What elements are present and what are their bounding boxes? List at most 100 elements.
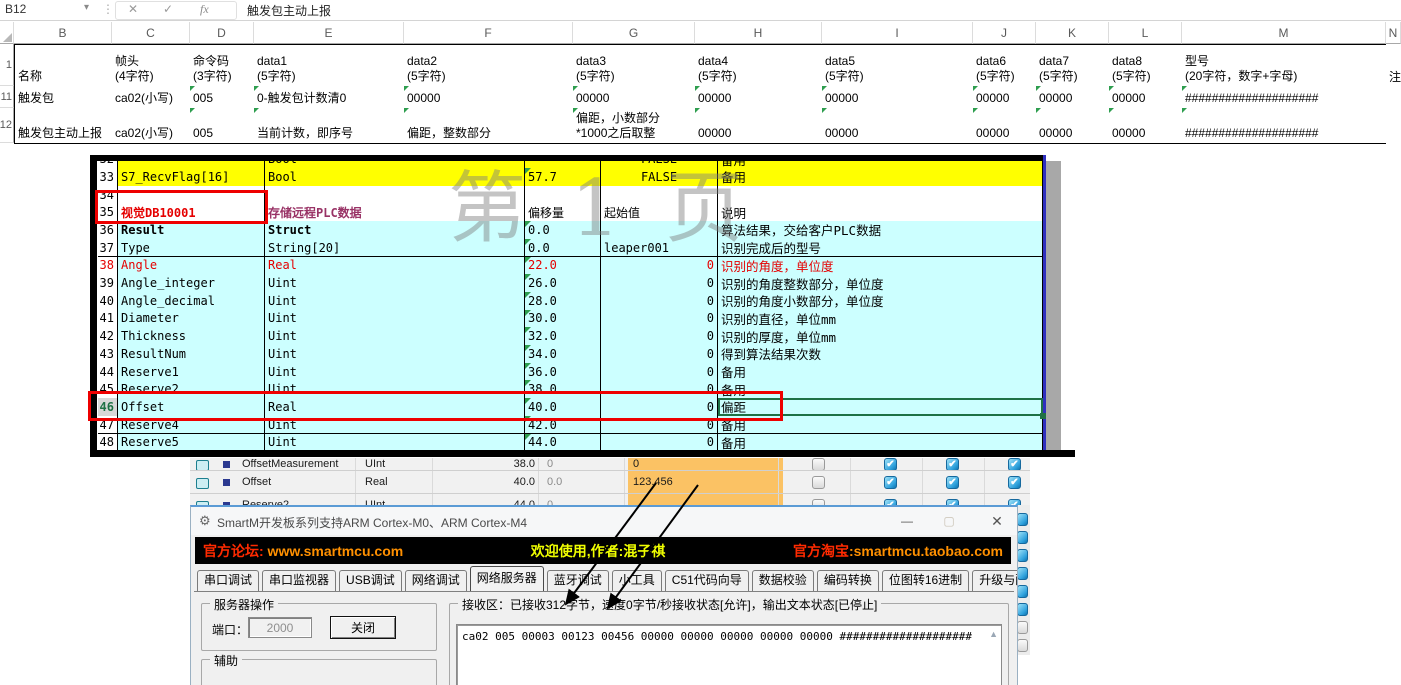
excel-cell-I12[interactable]: 00000 — [822, 108, 974, 144]
var-name-39[interactable]: Angle_integer — [118, 274, 265, 293]
var-description-38[interactable]: 识别的角度，单位度 — [718, 257, 1043, 276]
close-icon[interactable]: ✕ — [981, 507, 1013, 535]
port-input[interactable]: 2000 — [248, 617, 312, 638]
excel-cell-E1[interactable]: data1 (5字符) — [254, 44, 405, 87]
smartm-titlebar[interactable]: ⚙ SmartM开发板系列支持ARM Cortex-M0、ARM Cortex-… — [191, 507, 1017, 535]
column-header-N[interactable]: N — [1386, 22, 1401, 44]
var-type-38[interactable]: Real — [265, 257, 525, 276]
tab-小工具[interactable]: 小工具 — [612, 570, 662, 591]
column-header-E[interactable]: E — [254, 22, 404, 44]
checkbox-accessible-2[interactable]: ✔ — [946, 458, 959, 471]
excel-cell-K12[interactable]: 00000 — [1036, 108, 1110, 144]
var-offset-38[interactable]: 22.0 — [525, 257, 601, 276]
var-name-41[interactable]: Diameter — [118, 310, 265, 329]
excel-cell-D11[interactable]: 005 — [190, 86, 255, 109]
column-header-H[interactable]: H — [695, 22, 822, 44]
var-offset-34[interactable] — [525, 186, 601, 205]
tab-升级与配置[interactable]: 升级与配置 — [972, 570, 1018, 591]
excel-cell-K11[interactable]: 00000 — [1036, 86, 1110, 109]
var-name-33[interactable]: S7_RecvFlag[16] — [118, 168, 265, 187]
tia-offset[interactable]: 38.0 — [435, 458, 543, 470]
excel-cell-H12[interactable]: 00000 — [695, 108, 823, 144]
var-type-42[interactable]: Uint — [265, 327, 525, 346]
checkbox-accessible-3[interactable]: ✔ — [1008, 458, 1021, 471]
excel-cell-M1[interactable]: 型号 (20字符，数字+字母) — [1182, 44, 1387, 87]
var-description-42[interactable]: 识别的厚度，单位mm — [718, 327, 1043, 346]
excel-cell-C11[interactable]: ca02(小写) — [112, 86, 191, 109]
var-start-value-33[interactable]: FALSE — [601, 168, 718, 187]
var-start-value-44[interactable]: 0 — [601, 363, 718, 382]
var-type-39[interactable]: Uint — [265, 274, 525, 293]
excel-cell-N12[interactable] — [1386, 108, 1401, 144]
var-offset-44[interactable]: 36.0 — [525, 363, 601, 382]
row-number-44[interactable]: 44 — [98, 363, 118, 382]
tab-串口监视器[interactable]: 串口监视器 — [262, 570, 336, 591]
var-description-35[interactable]: 说明 — [718, 203, 1043, 222]
row-header-1[interactable]: 1 — [0, 44, 14, 86]
excel-cell-D1[interactable]: 命令码 (3字符) — [190, 44, 255, 87]
var-name-44[interactable]: Reserve1 — [118, 363, 265, 382]
excel-cell-E12[interactable]: 当前计数，即序号 — [254, 108, 405, 144]
var-type-37[interactable]: String[20] — [265, 239, 525, 258]
minimize-icon[interactable]: — — [891, 507, 923, 535]
var-offset-37[interactable]: 0.0 — [525, 239, 601, 258]
tia-type[interactable]: UInt — [360, 458, 437, 470]
receive-textarea[interactable]: ca02 005 00003 00123 00456 00000 00000 0… — [456, 624, 1002, 685]
excel-cell-B12[interactable]: 触发包主动上报 — [14, 108, 113, 144]
var-type-41[interactable]: Uint — [265, 310, 525, 329]
var-description-43[interactable]: 得到算法结果次数 — [718, 345, 1043, 364]
tia-row-Offset[interactable]: OffsetReal40.00.0123.456✔✔✔ — [190, 471, 1030, 494]
excel-cell-J1[interactable]: data6 (5字符) — [973, 44, 1037, 87]
tab-蓝牙调试[interactable]: 蓝牙调试 — [547, 570, 609, 591]
column-header-J[interactable]: J — [973, 22, 1036, 44]
var-offset-33[interactable]: 57.7 — [525, 168, 601, 187]
checkbox-accessible-2[interactable]: ✔ — [946, 476, 959, 489]
excel-cell-C1[interactable]: 帧头 (4字符) — [112, 44, 191, 87]
var-start-value-42[interactable]: 0 — [601, 327, 718, 346]
tia-monitor[interactable]: 0 — [628, 458, 783, 470]
excel-cell-E11[interactable]: 0-触发包计数清0 — [254, 86, 405, 109]
tab-数据校验[interactable]: 数据校验 — [752, 570, 814, 591]
row-number-41[interactable]: 41 — [98, 310, 118, 329]
close-server-button[interactable]: 关闭 — [330, 616, 396, 639]
var-description-34[interactable] — [718, 186, 1043, 205]
var-name-38[interactable]: Angle — [118, 257, 265, 276]
excel-cell-G1[interactable]: data3 (5字符) — [573, 44, 696, 87]
row-number-43[interactable]: 43 — [98, 345, 118, 364]
tia-start[interactable]: 0 — [542, 458, 627, 470]
row-header-11[interactable]: 11 — [0, 86, 14, 108]
tab-C51代码向导[interactable]: C51代码向导 — [665, 570, 749, 591]
excel-cell-D12[interactable]: 005 — [190, 108, 255, 144]
column-header-L[interactable]: L — [1109, 22, 1182, 44]
var-offset-43[interactable]: 34.0 — [525, 345, 601, 364]
var-offset-35[interactable]: 偏移量 — [525, 203, 601, 222]
excel-cell-H11[interactable]: 00000 — [695, 86, 823, 109]
tab-位图转16进制[interactable]: 位图转16进制 — [882, 570, 969, 591]
checkbox-retain[interactable] — [812, 476, 825, 489]
excel-cell-J11[interactable]: 00000 — [973, 86, 1037, 109]
var-offset-42[interactable]: 32.0 — [525, 327, 601, 346]
var-start-value-38[interactable]: 0 — [601, 257, 718, 276]
var-description-41[interactable]: 识别的直径，单位mm — [718, 310, 1043, 329]
excel-cell-B1[interactable]: 名称 — [14, 44, 113, 87]
excel-cell-G11[interactable]: 00000 — [573, 86, 696, 109]
column-header-M[interactable]: M — [1182, 22, 1386, 44]
column-header-D[interactable]: D — [190, 22, 254, 44]
var-type-44[interactable]: Uint — [265, 363, 525, 382]
var-name-43[interactable]: ResultNum — [118, 345, 265, 364]
var-description-44[interactable]: 备用 — [718, 363, 1043, 382]
var-offset-39[interactable]: 26.0 — [525, 274, 601, 293]
excel-cell-N11[interactable] — [1386, 86, 1401, 109]
excel-fill-handle[interactable] — [1040, 413, 1046, 419]
tia-type[interactable]: Real — [360, 471, 437, 493]
var-offset-41[interactable]: 30.0 — [525, 310, 601, 329]
checkbox-accessible-3[interactable]: ✔ — [1008, 476, 1021, 489]
excel-cell-M11[interactable]: #################### — [1182, 86, 1387, 109]
var-type-36[interactable]: Struct — [265, 221, 525, 240]
var-start-value-39[interactable]: 0 — [601, 274, 718, 293]
row-number-42[interactable]: 42 — [98, 327, 118, 346]
checkbox-accessible-1[interactable]: ✔ — [884, 458, 897, 471]
excel-cell-L11[interactable]: 00000 — [1109, 86, 1183, 109]
excel-cell-F12[interactable]: 偏距，整数部分 — [404, 108, 574, 144]
row-number-33[interactable]: 33 — [98, 168, 118, 187]
